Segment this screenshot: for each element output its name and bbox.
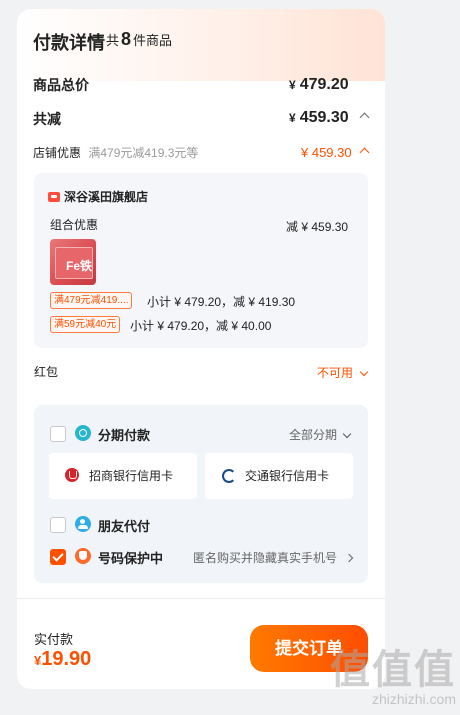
privacy-desc-link[interactable]: 匿名购买并隐藏真实手机号 xyxy=(193,549,354,566)
installment-icon xyxy=(75,425,91,441)
store-logo-icon xyxy=(48,192,60,202)
product-thumbnail[interactable]: Fe铁 xyxy=(50,239,96,285)
privacy-label: 号码保护中 xyxy=(98,551,164,566)
discount-label: 共减 xyxy=(33,111,61,127)
count-prefix: 共 xyxy=(106,33,120,48)
store-name: 深谷溪田旗舰店 xyxy=(64,190,149,204)
installment-option[interactable]: 全部分期 xyxy=(289,426,352,443)
installment-checkbox[interactable] xyxy=(50,426,66,442)
store-name-row: 深谷溪田旗舰店 xyxy=(48,188,148,205)
discount-value: 459.30 xyxy=(299,109,349,126)
paid-amount: ¥19.90 xyxy=(34,648,91,671)
red-packet-status[interactable]: 不可用 xyxy=(317,364,369,381)
store-discount-row: 店铺优惠 满479元减419.3元等 xyxy=(33,144,198,161)
privacy-checkbox[interactable] xyxy=(50,549,66,565)
bank-bocom-label: 交通银行信用卡 xyxy=(245,469,330,483)
paid-label: 实付款 xyxy=(34,632,74,647)
count-suffix: 件商品 xyxy=(133,33,173,48)
shield-icon xyxy=(75,548,91,564)
chevron-down-icon xyxy=(360,367,369,377)
chevron-right-icon xyxy=(345,553,354,563)
footer-divider xyxy=(17,598,385,599)
paid-value: 19.90 xyxy=(41,648,92,670)
page-title: 付款详情 xyxy=(33,33,105,53)
total-price: ¥479.20 xyxy=(289,76,349,94)
submit-order-button[interactable]: 提交订单 xyxy=(250,625,368,672)
cmb-bank-icon xyxy=(65,468,79,482)
chevron-up-icon xyxy=(359,112,370,123)
total-label: 商品总价 xyxy=(33,77,89,93)
discount-currency: ¥ xyxy=(289,111,296,125)
total-currency: ¥ xyxy=(289,78,296,92)
payment-options-card: 分期付款 全部分期 招商银行信用卡 交通银行信用卡 朋友代付 号码保护中 匿名购… xyxy=(34,405,368,583)
payment-details-panel: 付款详情 共 8 件商品 商品总价 ¥479.20 共减 ¥459.30 店铺优惠 … xyxy=(17,9,385,689)
bank-option-cmb[interactable]: 招商银行信用卡 xyxy=(49,453,197,499)
friend-pay-label: 朋友代付 xyxy=(98,519,151,534)
item-count: 共 8 件商品 xyxy=(106,29,172,50)
chevron-down-icon xyxy=(343,429,352,439)
store-discount-label: 店铺优惠 xyxy=(33,146,82,160)
bocom-bank-icon xyxy=(221,468,236,483)
store-discount-toggle[interactable]: ¥ 459.30 xyxy=(301,145,370,160)
store-discount-value: ¥ 459.30 xyxy=(301,145,352,160)
chevron-up-icon xyxy=(359,147,370,158)
combo-label: 组合优惠 xyxy=(50,218,99,232)
privacy-desc: 匿名购买并隐藏真实手机号 xyxy=(193,551,338,565)
product-badge: Fe铁 xyxy=(66,259,93,273)
discount-line-2: 小计 ¥ 479.20，减 ¥ 40.00 xyxy=(130,319,272,333)
friend-pay-icon xyxy=(75,516,91,532)
bank-option-bocom[interactable]: 交通银行信用卡 xyxy=(205,453,353,499)
combo-value: 减 ¥ 459.30 xyxy=(286,220,349,234)
total-value: 479.20 xyxy=(299,76,349,93)
store-discount-card: 深谷溪田旗舰店 组合优惠 减 ¥ 459.30 Fe铁 满479元减419...… xyxy=(34,173,368,348)
store-discount-desc: 满479元减419.3元等 xyxy=(88,146,199,160)
installment-label: 分期付款 xyxy=(98,428,151,443)
red-packet-label: 红包 xyxy=(34,365,59,379)
discount-tag-2: 满59元减40元 xyxy=(50,316,121,333)
discount-price[interactable]: ¥459.30 xyxy=(289,109,370,127)
red-packet-status-text: 不可用 xyxy=(317,366,354,380)
friend-pay-checkbox[interactable] xyxy=(50,517,66,533)
installment-option-text: 全部分期 xyxy=(289,428,338,442)
watermark-url: zhizhizhi.com xyxy=(371,691,456,707)
count-number: 8 xyxy=(121,29,132,49)
discount-tag-1: 满479元减419.... xyxy=(50,292,133,309)
bank-cmb-label: 招商银行信用卡 xyxy=(89,469,174,483)
discount-line-1: 小计 ¥ 479.20，减 ¥ 419.30 xyxy=(147,295,296,309)
